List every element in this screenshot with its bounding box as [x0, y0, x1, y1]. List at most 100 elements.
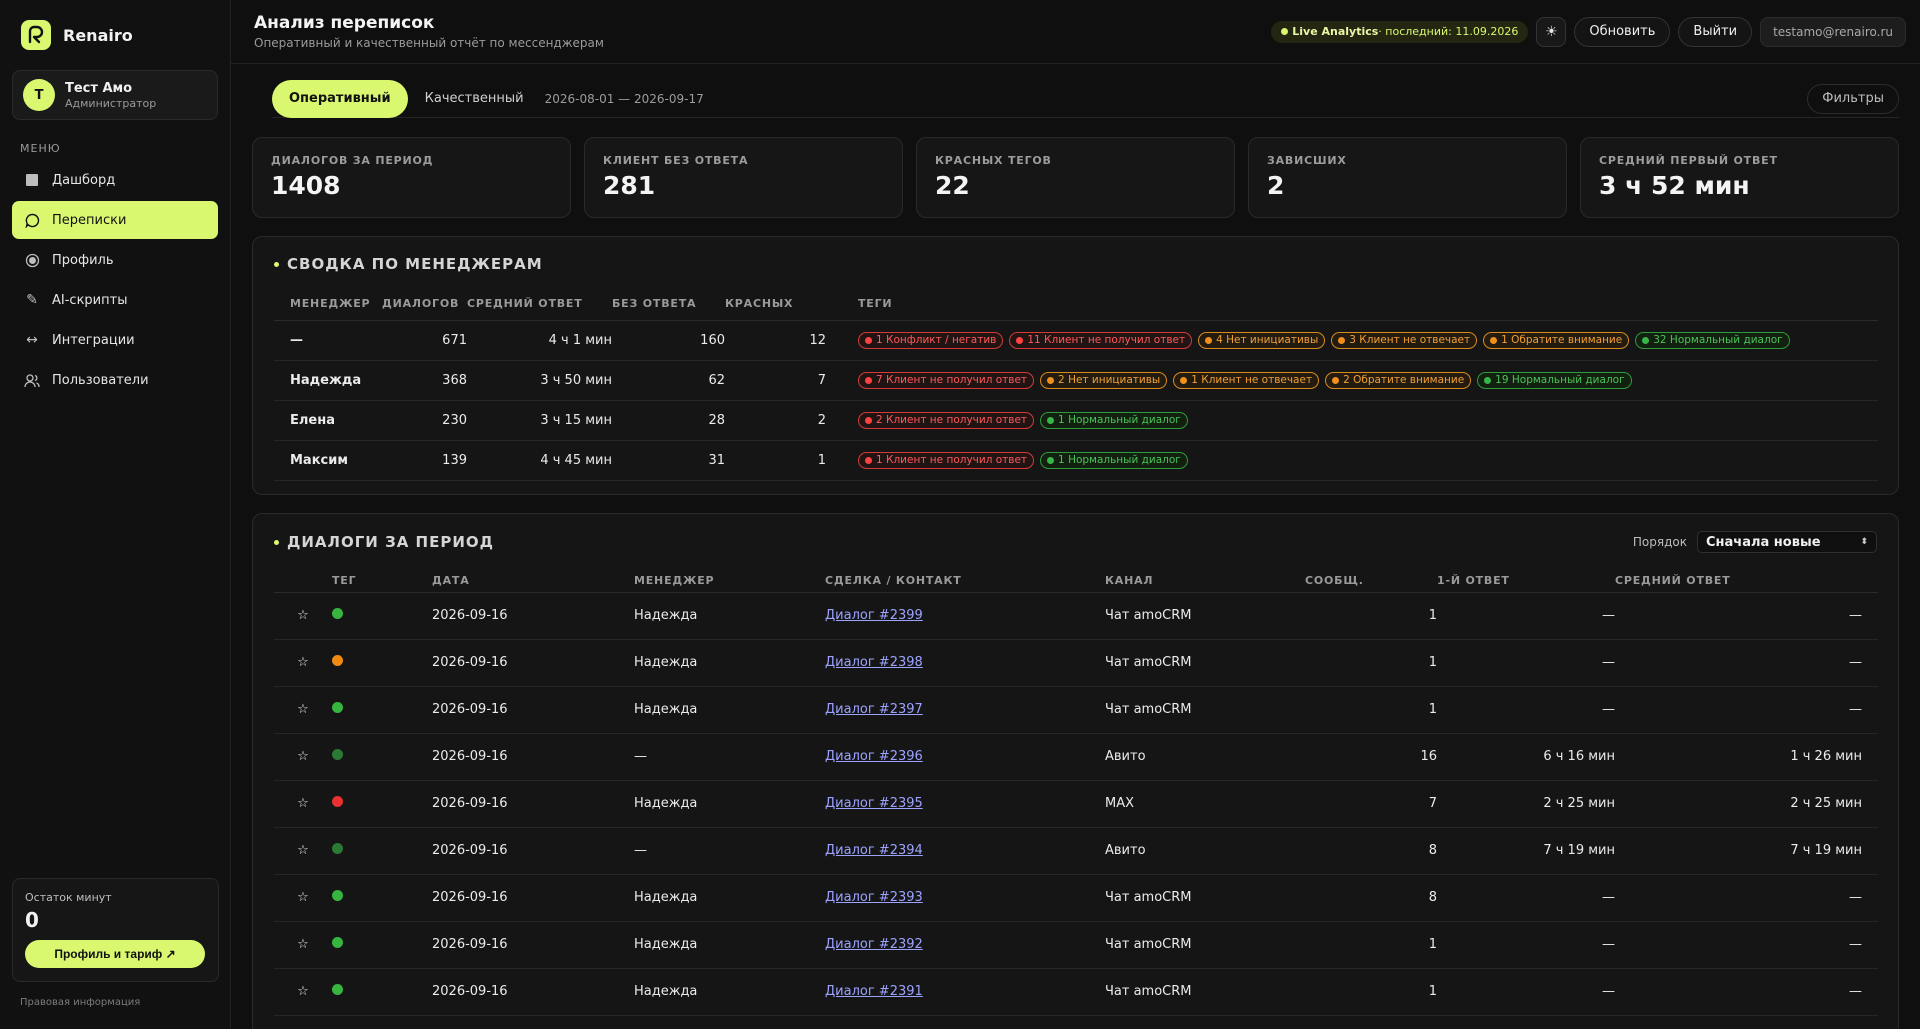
logout-button[interactable]: Выйти — [1678, 16, 1753, 47]
tab-operational[interactable]: Оперативный — [272, 79, 408, 118]
tag-text: 7 Клиент не получил ответ — [876, 374, 1028, 386]
tag-badge[interactable]: 3 Клиент не отвечает — [1331, 331, 1478, 349]
sidebar-item-users[interactable]: Пользователи — [12, 361, 218, 399]
tag-badge[interactable]: 19 Нормальный диалог — [1477, 371, 1632, 389]
tag-dot-icon — [865, 376, 872, 384]
table-row[interactable]: ☆ 2026-09-16— Диалог #2396 Авито 16 6 ч 16 ми… — [274, 733, 1878, 781]
tag-text: 32 Нормальный диалог — [1653, 334, 1783, 346]
title-dot-icon — [274, 261, 279, 267]
stat-label: СРЕДНИЙ ПЕРВЫЙ ОТВЕТ — [1599, 154, 1778, 167]
star-icon[interactable]: ☆ — [274, 921, 332, 969]
tag-badge[interactable]: 32 Нормальный диалог — [1635, 331, 1790, 349]
star-icon[interactable]: ☆ — [274, 592, 332, 640]
column-header[interactable]: МЕНЕДЖЕР — [634, 570, 825, 593]
profile-plan-button[interactable]: Профиль и тариф ↗ — [25, 940, 205, 968]
tag-badge[interactable]: 2 Обратите внимание — [1325, 371, 1472, 389]
star-icon[interactable]: ☆ — [274, 686, 332, 734]
dialog-link[interactable]: Диалог #2394 — [825, 843, 923, 858]
stat-label: КРАСНЫХ ТЕГОВ — [935, 154, 1052, 167]
tag-badge[interactable]: 1 Нормальный диалог — [1040, 451, 1188, 469]
tag-badge[interactable]: 7 Клиент не получил ответ — [858, 371, 1035, 389]
tag-badge[interactable]: 2 Нет инициативы — [1040, 371, 1168, 389]
chat-icon — [24, 212, 40, 228]
tag-dot-icon — [1047, 456, 1055, 464]
tag-badge[interactable]: 1 Конфликт / негатив — [858, 331, 1004, 349]
user-card[interactable]: Т Тест Амо Администратор — [12, 70, 218, 120]
table-row[interactable]: Надежда 368 3 ч 50 мин 62 7 7 Клиент не получ… — [274, 360, 1878, 401]
select-arrows-icon: ⬍ — [1860, 537, 1868, 547]
table-row[interactable]: Максим 139 4 ч 45 мин 31 1 1 Клиент не получи… — [274, 440, 1878, 481]
star-icon[interactable]: ☆ — [274, 874, 332, 922]
message-count: 1 — [1305, 592, 1437, 640]
column-header[interactable]: СДЕЛКА / КОНТАКТ — [825, 570, 1105, 593]
refresh-button[interactable]: Обновить — [1574, 16, 1671, 47]
star-icon[interactable]: ☆ — [274, 780, 332, 828]
sidebar-item-dashboard[interactable]: Дашборд — [12, 161, 218, 199]
brand[interactable]: Renairo — [12, 0, 218, 70]
tag-badge[interactable]: 1 Клиент не получил ответ — [858, 451, 1035, 469]
sidebar-item-profile[interactable]: Профиль — [12, 241, 218, 279]
filters-button[interactable]: Фильтры — [1807, 83, 1899, 114]
brand-name: Renairo — [63, 25, 133, 45]
sidebar-item-chats[interactable]: Переписки — [12, 201, 218, 239]
theme-toggle-button[interactable]: ☀ — [1536, 16, 1567, 47]
avg-response: 2 ч 25 мин — [1615, 780, 1878, 828]
column-header[interactable]: ДАТА — [432, 570, 634, 593]
column-header[interactable]: СРЕДНИЙ ОТВЕТ — [467, 288, 612, 321]
table-row[interactable]: —671 4 ч 1 мин 160 12 1 Конфликт / негатив 11… — [274, 320, 1878, 361]
dialog-link[interactable]: Диалог #2398 — [825, 655, 923, 670]
tag-badge[interactable]: 1 Нормальный диалог — [1040, 411, 1188, 429]
dialog-link[interactable]: Диалог #2395 — [825, 796, 923, 811]
column-header[interactable]: БЕЗ ОТВЕТА — [612, 288, 725, 321]
star-icon[interactable]: ☆ — [274, 639, 332, 687]
tag-badge[interactable]: 11 Клиент не получил ответ — [1009, 331, 1193, 349]
dialog-link[interactable]: Диалог #2392 — [825, 937, 923, 952]
legal-link[interactable]: Правовая информация — [20, 997, 140, 1008]
tag-text: 2 Клиент не получил ответ — [876, 414, 1028, 426]
column-header[interactable]: ТЕГ — [332, 570, 432, 593]
dialog-link[interactable]: Диалог #2393 — [825, 890, 923, 905]
profile-icon — [24, 252, 40, 268]
dialog-channel: Чат amoCRM — [1105, 874, 1305, 922]
star-icon[interactable]: ☆ — [274, 968, 332, 1016]
tag-badge[interactable]: 1 Клиент не отвечает — [1173, 371, 1320, 389]
tab-qualitative[interactable]: Качественный — [408, 80, 541, 118]
column-header[interactable]: СООБЩ. — [1305, 570, 1437, 593]
managers-table: МЕНЕДЖЕР ДИАЛОГОВ СРЕДНИЙ ОТВЕТ БЕЗ ОТВЕ… — [274, 288, 1878, 481]
star-icon[interactable]: ☆ — [274, 733, 332, 781]
tag-dot-icon — [1490, 336, 1498, 344]
tag-badge[interactable]: 2 Клиент не получил ответ — [858, 411, 1035, 429]
column-header[interactable]: СРЕДНИЙ ОТВЕТ — [1615, 570, 1878, 593]
column-header[interactable]: КРАСНЫХ — [725, 288, 826, 321]
tag-badge[interactable]: 1 Обратите внимание — [1483, 331, 1630, 349]
stat-card: КРАСНЫХ ТЕГОВ 22 — [916, 137, 1235, 218]
dialog-link[interactable]: Диалог #2391 — [825, 984, 923, 999]
dialog-link[interactable]: Диалог #2397 — [825, 702, 923, 717]
table-row[interactable]: ☆ 2026-09-16— Диалог #2394 Авито 8 7 ч 19 мин… — [274, 827, 1878, 875]
star-icon[interactable]: ☆ — [274, 827, 332, 875]
tag-badge[interactable]: 4 Нет инициативы — [1198, 331, 1326, 349]
tag-text: 2 Обратите внимание — [1343, 374, 1465, 386]
column-header[interactable]: МЕНЕДЖЕР — [274, 288, 382, 321]
column-header[interactable]: ДИАЛОГОВ — [382, 288, 467, 321]
table-row[interactable]: ☆ 2026-09-16 Надежда Диалог #2399 Чат amoCRM… — [274, 592, 1878, 640]
dialog-link[interactable]: Диалог #2396 — [825, 749, 923, 764]
table-row[interactable]: ☆ 2026-09-16 Надежда Диалог #2395 MAX 7 2 ч 25… — [274, 780, 1878, 828]
table-row[interactable]: ☆ 2026-09-16 Надежда Диалог #2391 Чат amoCRM… — [274, 968, 1878, 1016]
first-response: 7 ч 19 мин — [1437, 827, 1615, 875]
column-header[interactable]: КАНАЛ — [1105, 570, 1305, 593]
stat-value: 2 — [1267, 171, 1285, 200]
date-range[interactable]: 2026-08-01 — 2026-09-17 — [545, 92, 704, 106]
red-count: 1 — [725, 440, 826, 481]
sidebar-item-integrations[interactable]: ↔ Интеграции — [12, 321, 218, 359]
avg-response: — — [1615, 639, 1878, 687]
order-select[interactable]: Сначала новые ⬍ — [1697, 531, 1877, 553]
table-row[interactable]: ☆ 2026-09-16 Надежда Диалог #2397 Чат amoCRM… — [274, 686, 1878, 734]
table-row[interactable]: ☆ 2026-09-16 Надежда Диалог #2398 Чат amoCRM… — [274, 639, 1878, 687]
column-header[interactable]: 1-Й ОТВЕТ — [1437, 570, 1615, 593]
table-row[interactable]: ☆ 2026-09-16 Надежда Диалог #2392 Чат amoCRM… — [274, 921, 1878, 969]
table-row[interactable]: ☆ 2026-09-16 Надежда Диалог #2393 Чат amoCRM… — [274, 874, 1878, 922]
dialog-link[interactable]: Диалог #2399 — [825, 608, 923, 623]
sidebar-item-ai-scripts[interactable]: ✎ AI-скрипты — [12, 281, 218, 319]
table-row[interactable]: Елена 230 3 ч 15 мин 28 2 2 Клиент не получил… — [274, 400, 1878, 441]
